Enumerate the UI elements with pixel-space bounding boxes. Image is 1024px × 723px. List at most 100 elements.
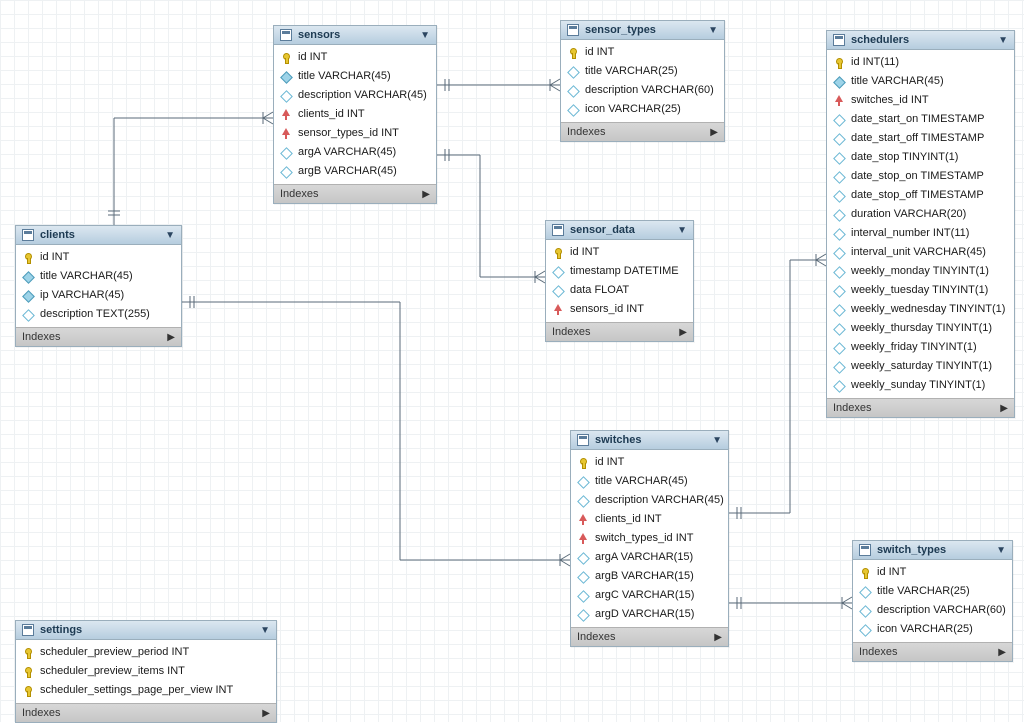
- column-row[interactable]: scheduler_preview_period INT: [16, 643, 276, 662]
- column-row[interactable]: weekly_thursday TINYINT(1): [827, 319, 1014, 338]
- column-row[interactable]: id INT: [274, 48, 436, 67]
- table-header[interactable]: switches▼: [571, 431, 728, 450]
- column-row[interactable]: sensor_types_id INT: [274, 124, 436, 143]
- column-row[interactable]: title VARCHAR(45): [571, 472, 728, 491]
- column-row[interactable]: sensors_id INT: [546, 300, 693, 319]
- column-row[interactable]: title VARCHAR(45): [827, 72, 1014, 91]
- table-header[interactable]: schedulers▼: [827, 31, 1014, 50]
- column-row[interactable]: date_start_off TIMESTAMP: [827, 129, 1014, 148]
- column-row[interactable]: switches_id INT: [827, 91, 1014, 110]
- column-text: argB VARCHAR(15): [595, 569, 694, 584]
- chevron-right-icon[interactable]: ▶: [710, 127, 718, 138]
- indexes-section[interactable]: Indexes▶: [274, 184, 436, 203]
- chevron-right-icon[interactable]: ▶: [714, 632, 722, 643]
- column-row[interactable]: title VARCHAR(45): [274, 67, 436, 86]
- table-header[interactable]: sensor_types▼: [561, 21, 724, 40]
- table-sensor_types[interactable]: sensor_types▼id INTtitle VARCHAR(25)desc…: [560, 20, 725, 142]
- column-row[interactable]: title VARCHAR(25): [853, 582, 1012, 601]
- column-row[interactable]: weekly_friday TINYINT(1): [827, 338, 1014, 357]
- column-row[interactable]: scheduler_preview_items INT: [16, 662, 276, 681]
- column-row[interactable]: interval_number INT(11): [827, 224, 1014, 243]
- column-row[interactable]: id INT: [546, 243, 693, 262]
- table-title: switches: [595, 434, 712, 446]
- column-row[interactable]: scheduler_settings_page_per_view INT: [16, 681, 276, 700]
- table-switch_types[interactable]: switch_types▼id INTtitle VARCHAR(25)desc…: [852, 540, 1013, 662]
- column-text: interval_unit VARCHAR(45): [851, 245, 986, 260]
- chevron-down-icon[interactable]: ▼: [260, 625, 270, 636]
- column-row[interactable]: argB VARCHAR(15): [571, 567, 728, 586]
- table-switches[interactable]: switches▼ id INTtitle VARCHAR(45)descript…: [570, 430, 729, 647]
- table-settings[interactable]: settings▼scheduler_preview_period INTsch…: [15, 620, 277, 723]
- table-header[interactable]: clients▼: [16, 226, 181, 245]
- column-row[interactable]: description VARCHAR(60): [853, 601, 1012, 620]
- column-row[interactable]: id INT: [853, 563, 1012, 582]
- column-row[interactable]: date_start_on TIMESTAMP: [827, 110, 1014, 129]
- indexes-section[interactable]: Indexes▶: [827, 398, 1014, 417]
- column-row[interactable]: description VARCHAR(60): [561, 81, 724, 100]
- column-row[interactable]: id INT: [16, 248, 181, 267]
- chevron-down-icon[interactable]: ▼: [165, 230, 175, 241]
- column-row[interactable]: switch_types_id INT: [571, 529, 728, 548]
- column-row[interactable]: weekly_sunday TINYINT(1): [827, 376, 1014, 395]
- column-row[interactable]: duration VARCHAR(20): [827, 205, 1014, 224]
- column-row[interactable]: ip VARCHAR(45): [16, 286, 181, 305]
- column-row[interactable]: argB VARCHAR(45): [274, 162, 436, 181]
- indexes-section[interactable]: Indexes▶: [546, 322, 693, 341]
- chevron-right-icon[interactable]: ▶: [1000, 403, 1008, 414]
- table-header[interactable]: sensors▼: [274, 26, 436, 45]
- column-row[interactable]: weekly_monday TINYINT(1): [827, 262, 1014, 281]
- column-row[interactable]: weekly_wednesday TINYINT(1): [827, 300, 1014, 319]
- column-row[interactable]: argA VARCHAR(45): [274, 143, 436, 162]
- column-row[interactable]: icon VARCHAR(25): [853, 620, 1012, 639]
- table-header[interactable]: switch_types▼: [853, 541, 1012, 560]
- chevron-down-icon[interactable]: ▼: [996, 545, 1006, 556]
- column-row[interactable]: date_stop TINYINT(1): [827, 148, 1014, 167]
- chevron-right-icon[interactable]: ▶: [262, 708, 270, 719]
- column-row[interactable]: interval_unit VARCHAR(45): [827, 243, 1014, 262]
- chevron-right-icon[interactable]: ▶: [422, 189, 430, 200]
- chevron-right-icon[interactable]: ▶: [998, 647, 1006, 658]
- column-row[interactable]: description VARCHAR(45): [274, 86, 436, 105]
- column-row[interactable]: argC VARCHAR(15): [571, 586, 728, 605]
- column-row[interactable]: description VARCHAR(45): [571, 491, 728, 510]
- table-clients[interactable]: clients▼ id INTtitle VARCHAR(45) ip VARCHA…: [15, 225, 182, 347]
- chevron-down-icon[interactable]: ▼: [708, 25, 718, 36]
- column-row[interactable]: clients_id INT: [274, 105, 436, 124]
- chevron-right-icon[interactable]: ▶: [679, 327, 687, 338]
- indexes-section[interactable]: Indexes▶: [16, 327, 181, 346]
- column-row[interactable]: weekly_tuesday TINYINT(1): [827, 281, 1014, 300]
- indexes-section[interactable]: Indexes▶: [853, 642, 1012, 661]
- column-row[interactable]: description TEXT(255): [16, 305, 181, 324]
- column-text: ip VARCHAR(45): [40, 288, 124, 303]
- column-row[interactable]: date_stop_off TIMESTAMP: [827, 186, 1014, 205]
- column-row[interactable]: data FLOAT: [546, 281, 693, 300]
- table-sensors[interactable]: sensors▼ id INTtitle VARCHAR(45)descripti…: [273, 25, 437, 204]
- chevron-down-icon[interactable]: ▼: [677, 225, 687, 236]
- indexes-section[interactable]: Indexes▶: [16, 703, 276, 722]
- column-row[interactable]: icon VARCHAR(25): [561, 100, 724, 119]
- column-row[interactable]: id INT(11): [827, 53, 1014, 72]
- indexes-section[interactable]: Indexes▶: [571, 627, 728, 646]
- column-row[interactable]: argA VARCHAR(15): [571, 548, 728, 567]
- diamond-icon: [833, 323, 845, 335]
- indexes-section[interactable]: Indexes▶: [561, 122, 724, 141]
- column-row[interactable]: id INT: [561, 43, 724, 62]
- column-row[interactable]: id INT: [571, 453, 728, 472]
- column-row[interactable]: date_stop_on TIMESTAMP: [827, 167, 1014, 186]
- table-header[interactable]: settings▼: [16, 621, 276, 640]
- column-row[interactable]: clients_id INT: [571, 510, 728, 529]
- column-list: id INTtitle VARCHAR(25)description VARCH…: [561, 40, 724, 122]
- chevron-right-icon[interactable]: ▶: [167, 332, 175, 343]
- table-header[interactable]: sensor_data▼: [546, 221, 693, 240]
- column-row[interactable]: timestamp DATETIME: [546, 262, 693, 281]
- column-row[interactable]: argD VARCHAR(15): [571, 605, 728, 624]
- chevron-down-icon[interactable]: ▼: [420, 30, 430, 41]
- chevron-down-icon[interactable]: ▼: [712, 435, 722, 446]
- column-text: weekly_wednesday TINYINT(1): [851, 302, 1005, 317]
- column-row[interactable]: weekly_saturday TINYINT(1): [827, 357, 1014, 376]
- column-row[interactable]: title VARCHAR(45): [16, 267, 181, 286]
- chevron-down-icon[interactable]: ▼: [998, 35, 1008, 46]
- table-schedulers[interactable]: schedulers▼ id INT(11)title VARCHAR(45)sw…: [826, 30, 1015, 418]
- table-sensor_data[interactable]: sensor_data▼id INTtimestamp DATETIMEdata…: [545, 220, 694, 342]
- column-row[interactable]: title VARCHAR(25): [561, 62, 724, 81]
